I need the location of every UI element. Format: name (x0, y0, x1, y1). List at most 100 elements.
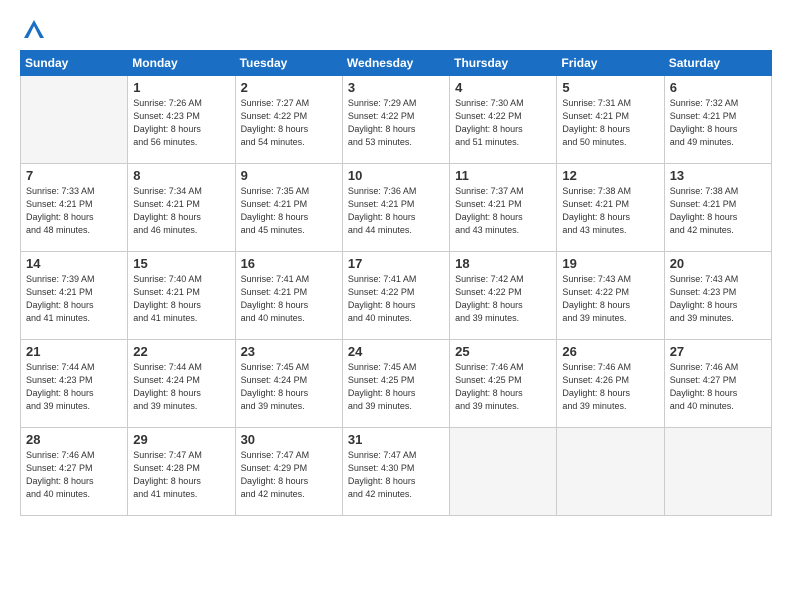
week-row-2: 14 Sunrise: 7:39 AM Sunset: 4:21 PM Dayli… (21, 252, 772, 340)
day-cell: 27 Sunrise: 7:46 AM Sunset: 4:27 PM Dayli… (664, 340, 771, 428)
day-info: Sunrise: 7:32 AM Sunset: 4:21 PM Dayligh… (670, 97, 766, 149)
day-cell: 29 Sunrise: 7:47 AM Sunset: 4:28 PM Dayli… (128, 428, 235, 516)
day-info: Sunrise: 7:36 AM Sunset: 4:21 PM Dayligh… (348, 185, 444, 237)
day-number: 1 (133, 80, 229, 95)
day-number: 26 (562, 344, 658, 359)
day-info: Sunrise: 7:45 AM Sunset: 4:25 PM Dayligh… (348, 361, 444, 413)
day-cell: 13 Sunrise: 7:38 AM Sunset: 4:21 PM Dayli… (664, 164, 771, 252)
week-row-4: 28Sunrise: 7:46 AM Sunset: 4:27 PM Dayli… (21, 428, 772, 516)
day-cell (450, 428, 557, 516)
day-number: 5 (562, 80, 658, 95)
day-cell: 14 Sunrise: 7:39 AM Sunset: 4:21 PM Dayli… (21, 252, 128, 340)
day-cell: 18 Sunrise: 7:42 AM Sunset: 4:22 PM Dayli… (450, 252, 557, 340)
day-info: Sunrise: 7:47 AM Sunset: 4:29 PM Dayligh… (241, 449, 337, 501)
day-number: 23 (241, 344, 337, 359)
day-cell: 23Sunrise: 7:45 AM Sunset: 4:24 PM Dayli… (235, 340, 342, 428)
day-number: 25 (455, 344, 551, 359)
day-header-tuesday: Tuesday (235, 51, 342, 76)
day-number: 7 (26, 168, 122, 183)
day-cell: 1Sunrise: 7:26 AM Sunset: 4:23 PM Daylig… (128, 76, 235, 164)
day-number: 4 (455, 80, 551, 95)
day-header-thursday: Thursday (450, 51, 557, 76)
day-header-wednesday: Wednesday (342, 51, 449, 76)
day-info: Sunrise: 7:43 AM Sunset: 4:23 PM Dayligh… (670, 273, 766, 325)
day-cell: 7 Sunrise: 7:33 AM Sunset: 4:21 PM Daylig… (21, 164, 128, 252)
day-number: 27 (670, 344, 766, 359)
day-info: Sunrise: 7:46 AM Sunset: 4:27 PM Dayligh… (670, 361, 766, 413)
day-info: Sunrise: 7:33 AM Sunset: 4:21 PM Dayligh… (26, 185, 122, 237)
day-cell: 19 Sunrise: 7:43 AM Sunset: 4:22 PM Dayli… (557, 252, 664, 340)
day-number: 31 (348, 432, 444, 447)
day-number: 29 (133, 432, 229, 447)
day-number: 3 (348, 80, 444, 95)
day-cell: 10 Sunrise: 7:36 AM Sunset: 4:21 PM Dayli… (342, 164, 449, 252)
day-header-sunday: Sunday (21, 51, 128, 76)
logo (20, 16, 52, 44)
day-cell: 6 Sunrise: 7:32 AM Sunset: 4:21 PM Daylig… (664, 76, 771, 164)
day-number: 14 (26, 256, 122, 271)
day-info: Sunrise: 7:31 AM Sunset: 4:21 PM Dayligh… (562, 97, 658, 149)
day-cell: 9 Sunrise: 7:35 AM Sunset: 4:21 PM Daylig… (235, 164, 342, 252)
day-cell: 12 Sunrise: 7:38 AM Sunset: 4:21 PM Dayli… (557, 164, 664, 252)
day-number: 21 (26, 344, 122, 359)
week-row-3: 21 Sunrise: 7:44 AM Sunset: 4:23 PM Dayli… (21, 340, 772, 428)
day-number: 19 (562, 256, 658, 271)
day-number: 16 (241, 256, 337, 271)
calendar-table: SundayMondayTuesdayWednesdayThursdayFrid… (20, 50, 772, 516)
day-info: Sunrise: 7:42 AM Sunset: 4:22 PM Dayligh… (455, 273, 551, 325)
day-info: Sunrise: 7:44 AM Sunset: 4:24 PM Dayligh… (133, 361, 229, 413)
day-info: Sunrise: 7:41 AM Sunset: 4:22 PM Dayligh… (348, 273, 444, 325)
day-cell: 17Sunrise: 7:41 AM Sunset: 4:22 PM Dayli… (342, 252, 449, 340)
day-number: 10 (348, 168, 444, 183)
day-cell: 31Sunrise: 7:47 AM Sunset: 4:30 PM Dayli… (342, 428, 449, 516)
day-number: 12 (562, 168, 658, 183)
day-cell: 8Sunrise: 7:34 AM Sunset: 4:21 PM Daylig… (128, 164, 235, 252)
calendar-body: 1Sunrise: 7:26 AM Sunset: 4:23 PM Daylig… (21, 76, 772, 516)
day-number: 18 (455, 256, 551, 271)
day-number: 9 (241, 168, 337, 183)
day-info: Sunrise: 7:46 AM Sunset: 4:26 PM Dayligh… (562, 361, 658, 413)
day-header-saturday: Saturday (664, 51, 771, 76)
day-cell: 22 Sunrise: 7:44 AM Sunset: 4:24 PM Dayli… (128, 340, 235, 428)
day-number: 30 (241, 432, 337, 447)
day-cell (664, 428, 771, 516)
day-cell: 15 Sunrise: 7:40 AM Sunset: 4:21 PM Dayli… (128, 252, 235, 340)
day-cell: 28Sunrise: 7:46 AM Sunset: 4:27 PM Dayli… (21, 428, 128, 516)
day-cell: 16 Sunrise: 7:41 AM Sunset: 4:21 PM Dayli… (235, 252, 342, 340)
day-cell: 2 Sunrise: 7:27 AM Sunset: 4:22 PM Daylig… (235, 76, 342, 164)
day-header-monday: Monday (128, 51, 235, 76)
day-cell (557, 428, 664, 516)
day-number: 22 (133, 344, 229, 359)
day-info: Sunrise: 7:44 AM Sunset: 4:23 PM Dayligh… (26, 361, 122, 413)
day-number: 15 (133, 256, 229, 271)
day-info: Sunrise: 7:35 AM Sunset: 4:21 PM Dayligh… (241, 185, 337, 237)
day-cell: 20 Sunrise: 7:43 AM Sunset: 4:23 PM Dayli… (664, 252, 771, 340)
day-cell: 30 Sunrise: 7:47 AM Sunset: 4:29 PM Dayli… (235, 428, 342, 516)
day-cell: 24Sunrise: 7:45 AM Sunset: 4:25 PM Dayli… (342, 340, 449, 428)
day-number: 20 (670, 256, 766, 271)
day-info: Sunrise: 7:34 AM Sunset: 4:21 PM Dayligh… (133, 185, 229, 237)
day-info: Sunrise: 7:38 AM Sunset: 4:21 PM Dayligh… (670, 185, 766, 237)
day-info: Sunrise: 7:47 AM Sunset: 4:28 PM Dayligh… (133, 449, 229, 501)
day-info: Sunrise: 7:40 AM Sunset: 4:21 PM Dayligh… (133, 273, 229, 325)
day-header-row: SundayMondayTuesdayWednesdayThursdayFrid… (21, 51, 772, 76)
day-cell: 5 Sunrise: 7:31 AM Sunset: 4:21 PM Daylig… (557, 76, 664, 164)
day-info: Sunrise: 7:43 AM Sunset: 4:22 PM Dayligh… (562, 273, 658, 325)
day-info: Sunrise: 7:30 AM Sunset: 4:22 PM Dayligh… (455, 97, 551, 149)
calendar-header: SundayMondayTuesdayWednesdayThursdayFrid… (21, 51, 772, 76)
day-info: Sunrise: 7:46 AM Sunset: 4:27 PM Dayligh… (26, 449, 122, 501)
day-info: Sunrise: 7:38 AM Sunset: 4:21 PM Dayligh… (562, 185, 658, 237)
day-number: 2 (241, 80, 337, 95)
day-info: Sunrise: 7:46 AM Sunset: 4:25 PM Dayligh… (455, 361, 551, 413)
day-header-friday: Friday (557, 51, 664, 76)
logo-icon (20, 16, 48, 44)
day-info: Sunrise: 7:29 AM Sunset: 4:22 PM Dayligh… (348, 97, 444, 149)
page: SundayMondayTuesdayWednesdayThursdayFrid… (0, 0, 792, 612)
day-info: Sunrise: 7:37 AM Sunset: 4:21 PM Dayligh… (455, 185, 551, 237)
day-info: Sunrise: 7:39 AM Sunset: 4:21 PM Dayligh… (26, 273, 122, 325)
day-number: 6 (670, 80, 766, 95)
day-info: Sunrise: 7:41 AM Sunset: 4:21 PM Dayligh… (241, 273, 337, 325)
day-info: Sunrise: 7:27 AM Sunset: 4:22 PM Dayligh… (241, 97, 337, 149)
day-number: 13 (670, 168, 766, 183)
week-row-1: 7 Sunrise: 7:33 AM Sunset: 4:21 PM Daylig… (21, 164, 772, 252)
